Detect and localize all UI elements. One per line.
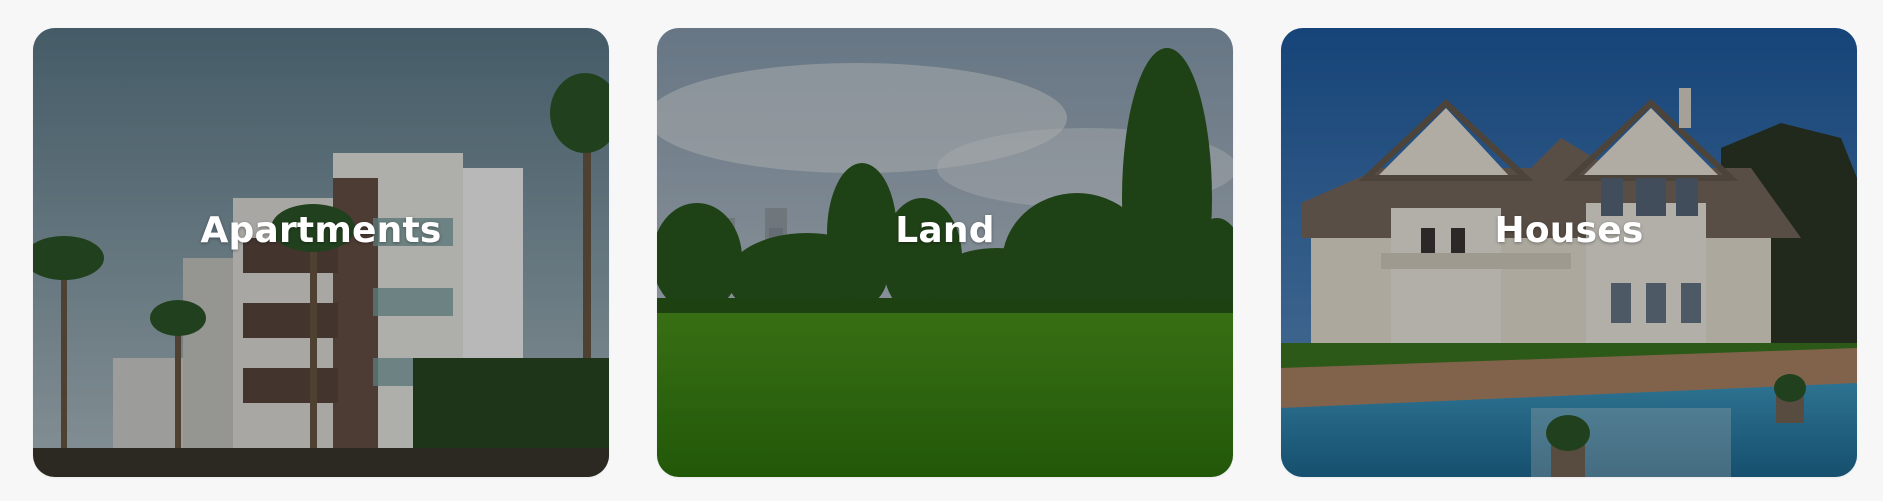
- card-title: Land: [895, 210, 995, 251]
- card-title: Apartments: [200, 210, 442, 251]
- category-card-apartments[interactable]: Apartments: [33, 28, 609, 477]
- category-grid: Apartments Land Houses: [0, 0, 1883, 501]
- image-overlay: [1281, 28, 1857, 477]
- image-overlay: [33, 28, 609, 477]
- category-card-land[interactable]: Land: [657, 28, 1233, 477]
- category-card-houses[interactable]: Houses: [1281, 28, 1857, 477]
- card-title: Houses: [1494, 210, 1644, 251]
- image-overlay: [657, 28, 1233, 477]
